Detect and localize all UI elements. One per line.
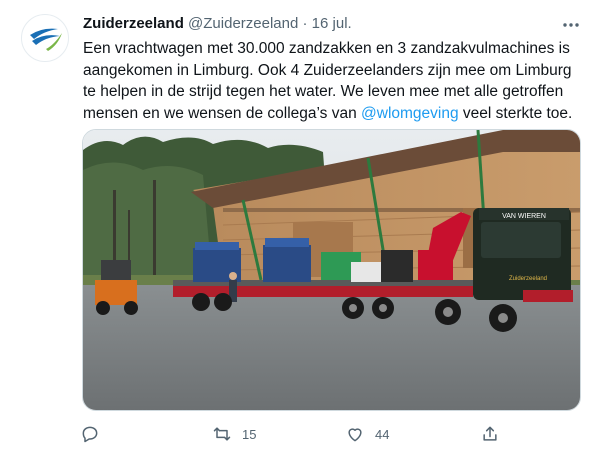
more-dots-icon: [563, 23, 579, 27]
tweet-text-end: veel sterkte toe.: [458, 104, 573, 122]
retweet-button[interactable]: 15: [212, 421, 256, 447]
reply-icon: [82, 426, 98, 443]
like-count: 44: [375, 426, 390, 442]
action-bar: 15 44: [0, 421, 600, 447]
retweet-icon: [213, 427, 231, 441]
reply-button[interactable]: [80, 421, 110, 447]
truck-photo: VAN WIEREN Zuiderzeeland: [83, 130, 580, 410]
author-name[interactable]: Zuiderzeeland: [83, 15, 184, 32]
tweet-text: Een vrachtwagen met 30.000 zandzakken en…: [83, 38, 583, 124]
share-button[interactable]: [480, 421, 510, 447]
like-button[interactable]: 44: [345, 421, 389, 447]
share-icon: [483, 426, 497, 441]
author-handle[interactable]: @Zuiderzeeland: [188, 15, 298, 32]
tweet-date[interactable]: 16 jul.: [312, 15, 352, 32]
avatar[interactable]: [21, 14, 69, 62]
tweet-card[interactable]: Zuiderzeeland @Zuiderzeeland · 16 jul. E…: [0, 0, 600, 453]
zuiderzeeland-logo-icon: [30, 28, 62, 51]
tweet-photo[interactable]: VAN WIEREN Zuiderzeeland: [82, 129, 581, 411]
heart-icon: [348, 428, 362, 442]
separator: ·: [302, 15, 308, 32]
retweet-count: 15: [242, 426, 257, 442]
more-button[interactable]: [560, 14, 582, 36]
tweet-header: Zuiderzeeland @Zuiderzeeland · 16 jul.: [83, 14, 352, 34]
truck-brand-text: Zuiderzeeland: [509, 276, 547, 282]
truck-sign-text: VAN WIEREN: [502, 213, 546, 220]
mention-link[interactable]: @wlomgeving: [361, 105, 459, 122]
